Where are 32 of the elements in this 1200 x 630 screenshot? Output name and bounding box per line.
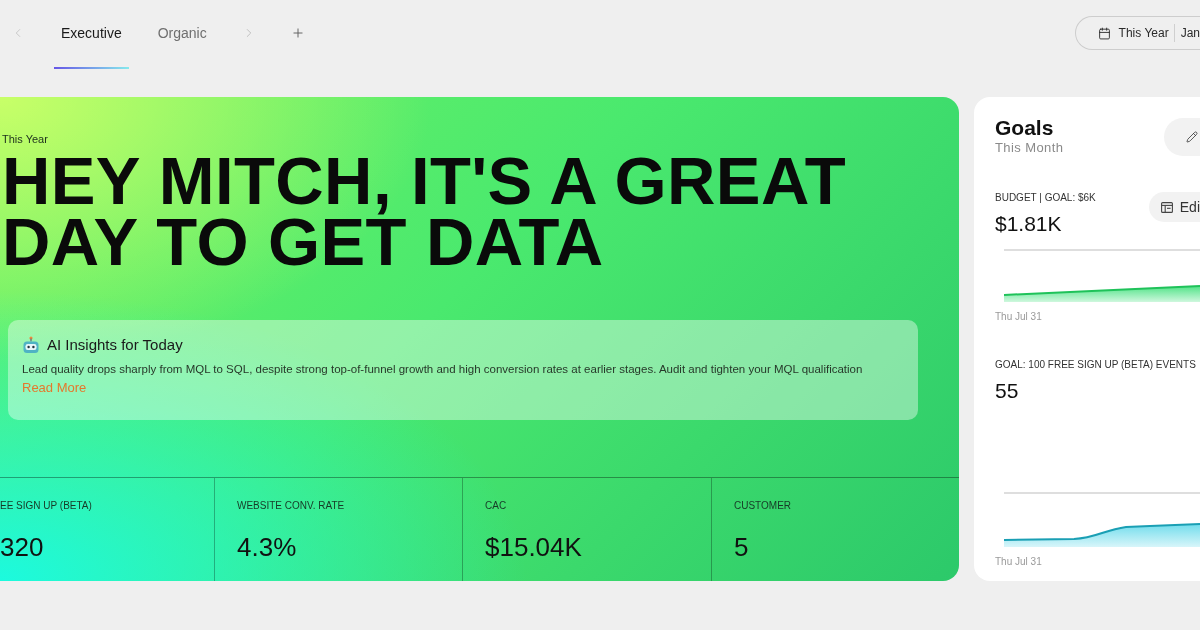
metric-value: 4.3%	[237, 532, 297, 562]
metric-value: $15.04K	[485, 532, 582, 562]
metric-label: EE SIGN UP (BETA)	[0, 500, 92, 512]
date-range: Jan	[1180, 26, 1200, 40]
metric-label: CAC	[485, 500, 507, 512]
chart-date-label: Thu Jul 31	[995, 556, 1043, 568]
greeting-headline: HEY MITCH, IT'S A GREAT DAY TO GET DATA	[2, 150, 848, 272]
goal-label: BUDGET | GOAL: $6K	[995, 192, 1096, 204]
tab[interactable]: Organic	[150, 16, 214, 69]
robot-icon	[22, 336, 40, 354]
edit-button[interactable]: Edi	[1148, 192, 1200, 222]
metric-label: CUSTOMER	[734, 500, 792, 512]
goal-label: GOAL: 100 FREE SIGN UP (BETA) EVENTS	[995, 359, 1196, 371]
goal-value: 55	[995, 379, 1019, 403]
goals-period: This Month	[995, 140, 1064, 155]
calendar-icon	[1097, 26, 1111, 40]
metric-value: 320	[0, 532, 44, 562]
date-preset: This Year	[1118, 26, 1169, 40]
add-tab-button[interactable]	[290, 26, 305, 40]
pencil-icon	[1186, 131, 1198, 143]
goals-title: Goals	[995, 116, 1054, 140]
chart-date-label: Thu Jul 31	[995, 311, 1043, 323]
edit-goals-button[interactable]	[1164, 118, 1200, 156]
insights-text: Lead quality drops sharply from MQL to SQL, despite strong top-of-funnel growth and high conversion rates at earlier stages. Audit and tighten your MQL qualification	[22, 362, 864, 377]
period-label: This Year	[2, 133, 49, 146]
insights-title: AI Insights for Today	[47, 336, 183, 354]
plus-icon	[290, 26, 305, 40]
metric-label: WEBSITE CONV. RATE	[237, 500, 345, 512]
list-icon	[1160, 201, 1173, 213]
metric-value: 5	[734, 532, 749, 562]
date-range-picker[interactable]: This Year Jan	[1074, 16, 1200, 50]
goal-value: $1.81K	[995, 212, 1062, 236]
